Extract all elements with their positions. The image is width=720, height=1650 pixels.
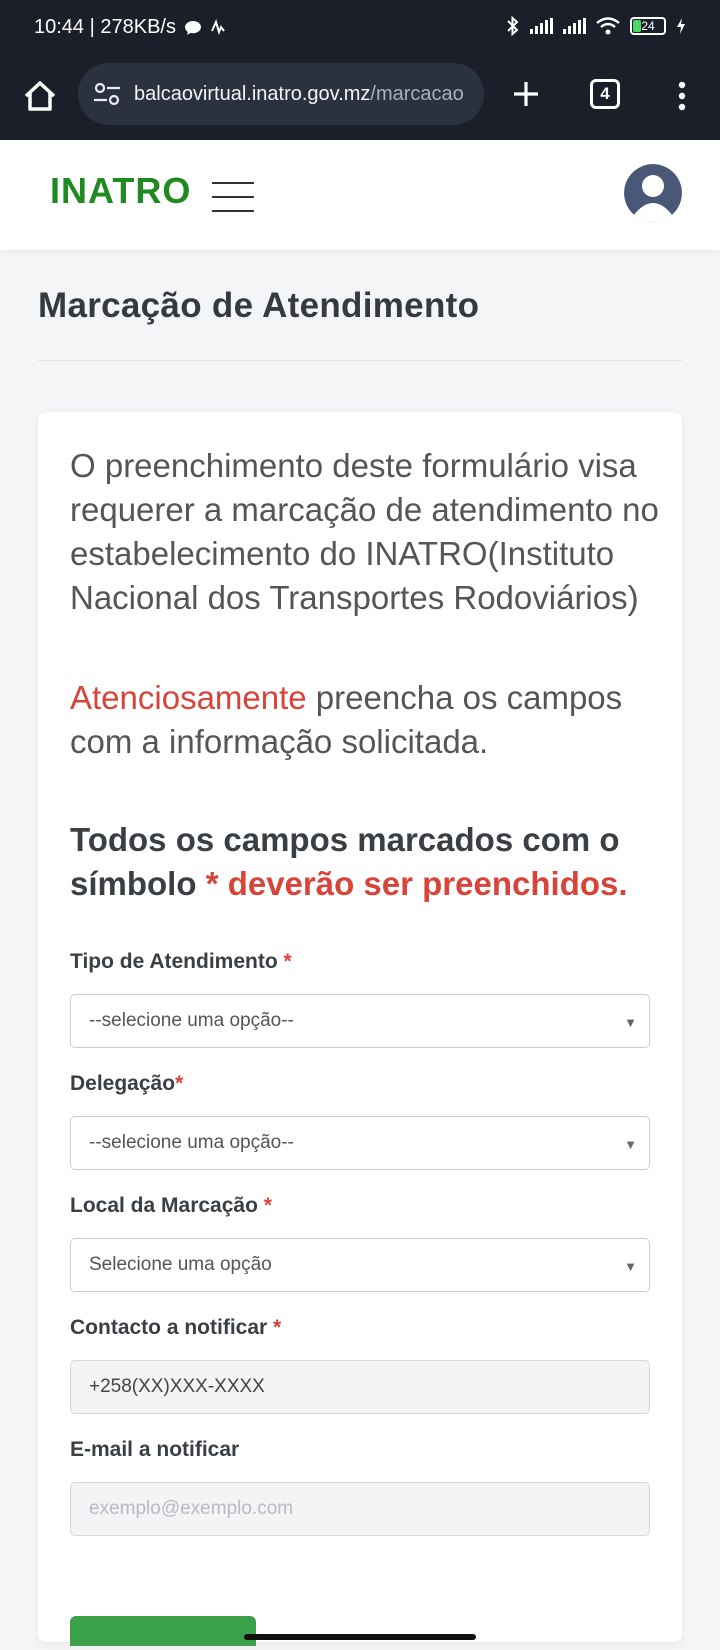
local-marcacao-value: Selecione uma opção: [89, 1254, 272, 1275]
status-right: 24: [506, 16, 686, 36]
address-bar[interactable]: balcaovirtual.inatro.gov.mz/marcacao: [78, 63, 484, 125]
signal-icon: [530, 18, 553, 34]
delegacao-label-text: Delegação: [70, 1072, 176, 1095]
home-icon[interactable]: [20, 76, 60, 116]
required-tail: * deverão ser preenchidos.: [205, 865, 628, 902]
url-path: /marcacao: [370, 82, 464, 105]
local-marcacao-label: Local da Marcação *: [70, 1194, 272, 1218]
form-card: O preenchimento deste formulário visa re…: [38, 412, 682, 1646]
new-tab-icon[interactable]: [508, 74, 544, 114]
site-header: INATRO: [0, 140, 720, 250]
gesture-bar: [244, 1634, 476, 1640]
tipo-atendimento-value: --selecione uma opção--: [89, 1010, 294, 1031]
tipo-atendimento-label: Tipo de Atendimento *: [70, 950, 292, 974]
inatro-logo[interactable]: INATRO: [50, 170, 191, 212]
notice-emphasis: Atenciosamente: [70, 679, 307, 716]
signal-icon-2: [563, 18, 586, 34]
email-label: E-mail a notificar: [70, 1438, 239, 1462]
local-marcacao-label-text: Local da Marcação: [70, 1194, 258, 1217]
local-marcacao-select[interactable]: Selecione uma opção ▼: [70, 1238, 650, 1292]
bluetooth-icon: [507, 16, 519, 36]
email-label-text: E-mail a notificar: [70, 1438, 240, 1461]
contacto-label-text: Contacto a notificar: [70, 1316, 268, 1339]
avatar[interactable]: [624, 164, 682, 222]
divider: [38, 360, 682, 361]
battery-icon: 24: [630, 17, 666, 35]
contacto-label: Contacto a notificar *: [70, 1316, 281, 1340]
status-left: 10:44 | 278KB/s: [34, 16, 226, 39]
tipo-atendimento-select[interactable]: --selecione uma opção-- ▼: [70, 994, 650, 1048]
chevron-down-icon: ▼: [624, 1137, 637, 1152]
required-star: *: [273, 1316, 282, 1339]
status-bar: 10:44 | 278KB/s 24: [0, 0, 720, 54]
email-input[interactable]: [70, 1482, 650, 1536]
site-settings-icon[interactable]: [92, 80, 122, 108]
hamburger-menu-icon[interactable]: [212, 182, 254, 212]
required-note: Todos os campos marcados com o símbolo *…: [70, 818, 660, 906]
url-host: balcaovirtual.inatro.gov.mz: [134, 82, 371, 105]
battery-level: 24: [641, 19, 655, 33]
intro-text: O preenchimento deste formulário visa re…: [70, 447, 659, 616]
tab-count: 4: [600, 84, 610, 103]
required-star: *: [283, 950, 292, 973]
delegacao-label: Delegação*: [70, 1072, 183, 1096]
page-title: Marcação de Atendimento: [38, 286, 480, 325]
contacto-input[interactable]: [70, 1360, 650, 1414]
status-time-speed: 10:44 | 278KB/s: [34, 16, 176, 38]
charging-icon: [677, 18, 685, 34]
tipo-atendimento-label-text: Tipo de Atendimento: [70, 950, 278, 973]
user-avatar-icon: [624, 164, 682, 222]
tab-switcher-button[interactable]: 4: [590, 79, 620, 109]
notice-text: Atenciosamente preencha os campos com a …: [70, 676, 660, 764]
chat-bubble-icon: [184, 20, 201, 35]
chevron-down-icon: ▼: [624, 1259, 637, 1274]
submit-button[interactable]: [70, 1616, 256, 1646]
delegacao-select[interactable]: --selecione uma opção-- ▼: [70, 1116, 650, 1170]
activity-icon: [211, 18, 225, 35]
more-menu-icon[interactable]: [668, 76, 696, 116]
delegacao-value: --selecione uma opção--: [89, 1132, 294, 1153]
required-star: *: [263, 1194, 272, 1217]
chevron-down-icon: ▼: [624, 1015, 637, 1030]
browser-toolbar: balcaovirtual.inatro.gov.mz/marcacao 4: [0, 54, 720, 140]
wifi-icon: [596, 17, 620, 35]
required-star: *: [175, 1072, 184, 1095]
